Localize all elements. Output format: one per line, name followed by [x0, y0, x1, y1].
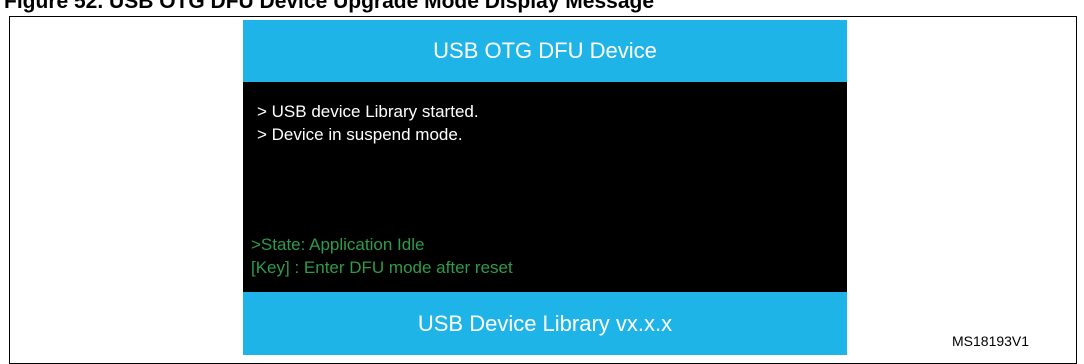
- log-line: > Device in suspend mode.: [257, 125, 463, 144]
- log-line: > USB device Library started.: [257, 102, 479, 121]
- figure-reference: MS18193V1: [952, 333, 1030, 349]
- screen-header: USB OTG DFU Device: [243, 20, 847, 82]
- figure-caption: Figure 52. USB OTG DFU Device Upgrade Mo…: [4, 0, 655, 13]
- lcd-screen: USB OTG DFU Device > USB device Library …: [243, 20, 847, 355]
- screen-footer: USB Device Library vx.x.x: [243, 292, 847, 355]
- status-line-key-hint: [Key] : Enter DFU mode after reset: [251, 258, 513, 277]
- log-area: > USB device Library started. > Device i…: [257, 100, 479, 146]
- status-line-state: >State: Application Idle: [251, 235, 425, 254]
- status-area: >State: Application Idle [Key] : Enter D…: [251, 233, 513, 279]
